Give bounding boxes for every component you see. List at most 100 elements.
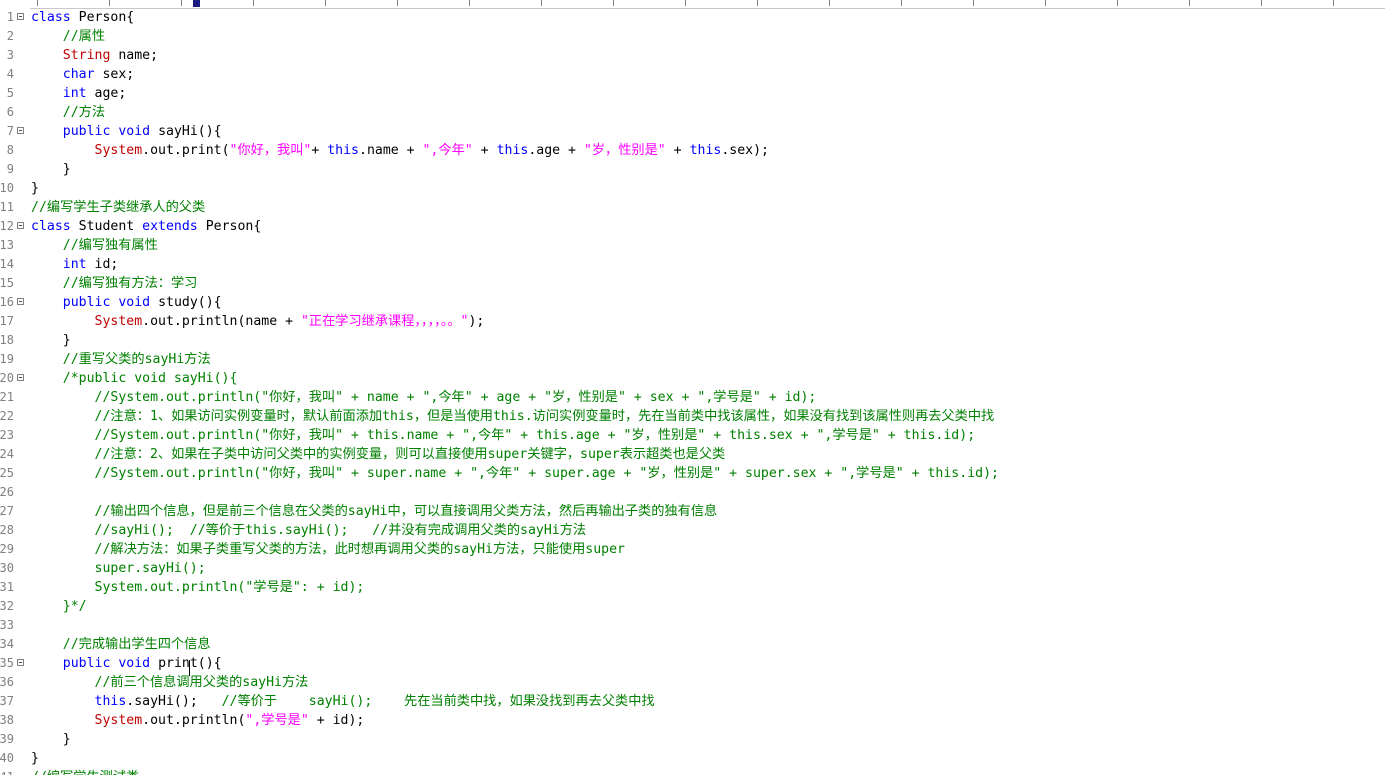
code-token: Person{ (70, 10, 135, 25)
code-line[interactable]: 11 //编写学生子类继承人的父类 (0, 198, 1385, 217)
code-line[interactable]: 12 class Student extends Person{ (0, 217, 1385, 236)
code-line[interactable]: 18 } (0, 331, 1385, 350)
code-line[interactable]: 14 int id; (0, 255, 1385, 274)
code-line[interactable]: 22 //注意：1、如果访问实例变量时，默认前面添加this，但是当使用this… (0, 407, 1385, 426)
fold-toggle-icon[interactable] (17, 13, 24, 20)
ruler-tick (685, 0, 686, 6)
code-text: System.out.println("学号是": + id); (31, 578, 365, 597)
code-line[interactable]: 17 System.out.println(name + "正在学习继承课程，，… (0, 312, 1385, 331)
code-line[interactable]: 32 }*/ (0, 597, 1385, 616)
code-line[interactable]: 39 } (0, 730, 1385, 749)
code-line[interactable]: 36 //前三个信息调用父类的sayHi方法 (0, 673, 1385, 692)
code-line[interactable]: 33 (0, 616, 1385, 635)
code-line[interactable]: 26 (0, 483, 1385, 502)
code-line[interactable]: 20 /*public void sayHi(){ (0, 369, 1385, 388)
code-line[interactable]: 1 class Person{ (0, 8, 1385, 27)
code-line[interactable]: 35 public void print(){ (0, 654, 1385, 673)
code-line[interactable]: 6 //方法 (0, 103, 1385, 122)
code-token: //System.out.println("你好，我叫" + name + ",… (31, 390, 817, 405)
code-line[interactable]: 9 } (0, 160, 1385, 179)
line-number: 19 (0, 352, 14, 366)
code-line[interactable]: 3 String name; (0, 46, 1385, 65)
code-line[interactable]: 5 int age; (0, 84, 1385, 103)
code-text: class Person{ (31, 8, 134, 27)
ruler-tick (1333, 0, 1334, 6)
code-line[interactable]: 25 //System.out.println("你好，我叫" + super.… (0, 464, 1385, 483)
code-line[interactable]: 8 System.out.print("你好，我叫"+ this.name + … (0, 141, 1385, 160)
code-text: /*public void sayHi(){ (31, 369, 238, 388)
fold-toggle-icon[interactable] (17, 659, 24, 666)
code-line[interactable]: 31 System.out.println("学号是": + id); (0, 578, 1385, 597)
line-number: 31 (0, 580, 14, 594)
line-number: 28 (0, 523, 14, 537)
ruler-tick (109, 0, 110, 6)
code-line[interactable]: 10} (0, 179, 1385, 198)
code-editor[interactable]: 1 class Person{2 //属性 3 String name; 4 char… (0, 0, 1385, 775)
code-token: //前三个信息调用父类的sayHi方法 (94, 675, 309, 690)
fold-toggle-icon[interactable] (17, 127, 24, 134)
code-line[interactable]: 30 super.sayHi(); (0, 559, 1385, 578)
code-token: name; (110, 48, 159, 63)
code-line[interactable]: 27 //输出四个信息，但是前三个信息在父类的sayHi中，可以直接调用父类方法… (0, 502, 1385, 521)
code-token: extends (142, 219, 198, 234)
code-line[interactable]: 2 //属性 (0, 27, 1385, 46)
line-number: 23 (0, 428, 14, 442)
code-line[interactable]: 29 //解决方法：如果子类重写父类的方法，此时想再调用父类的sayHi方法，只… (0, 540, 1385, 559)
code-text: }*/ (31, 597, 87, 616)
code-text: //完成输出学生四个信息 (31, 635, 211, 654)
code-token: + (311, 143, 328, 158)
code-line[interactable]: 7 public void sayHi(){ (0, 122, 1385, 141)
code-line[interactable]: 24 //注意：2、如果在子类中访问父类中的实例变量，则可以直接使用super关… (0, 445, 1385, 464)
code-area[interactable]: 1 class Person{2 //属性 3 String name; 4 char… (0, 8, 1385, 775)
code-token: } (31, 162, 71, 177)
code-token: ",今年" (422, 143, 473, 158)
code-line[interactable]: 23 //System.out.println("你好，我叫" + this.n… (0, 426, 1385, 445)
code-line[interactable]: 37 this.sayHi(); //等价于 sayHi(); 先在当前类中找，… (0, 692, 1385, 711)
code-token: .sex); (721, 143, 769, 158)
code-line[interactable]: 34 //完成输出学生四个信息 (0, 635, 1385, 654)
line-number: 25 (0, 466, 14, 480)
code-line[interactable]: 41 //编写学生测试类 (0, 768, 1385, 775)
code-token: /*public void sayHi(){ (62, 371, 238, 386)
code-line[interactable]: 13 //编写独有属性 (0, 236, 1385, 255)
code-line[interactable]: 38 System.out.println(",学号是" + id); (0, 711, 1385, 730)
code-text: //编写独有属性 (31, 236, 158, 255)
line-number: 32 (0, 599, 14, 613)
code-line[interactable]: 15 //编写独有方法：学习 (0, 274, 1385, 293)
code-text: System.out.println(name + "正在学习继承课程，，，，。… (31, 312, 485, 331)
code-text: //解决方法：如果子类重写父类的方法，此时想再调用父类的sayHi方法，只能使用… (31, 540, 625, 559)
line-number: 40 (0, 751, 14, 765)
ruler-tick (253, 0, 254, 6)
line-number: 18 (0, 333, 14, 347)
line-number: 10 (0, 181, 14, 195)
code-line[interactable]: 19 //重写父类的sayHi方法 (0, 350, 1385, 369)
code-token: Student (70, 219, 143, 234)
code-text: //方法 (31, 103, 105, 122)
code-token: void (118, 124, 151, 139)
code-line[interactable]: 40} (0, 749, 1385, 768)
code-token: //等价于 sayHi(); 先在当前类中找，如果没找到再去父类中找 (221, 694, 655, 709)
code-text: super.sayHi(); (31, 559, 206, 578)
fold-toggle-icon[interactable] (17, 374, 24, 381)
code-token: void (118, 295, 151, 310)
code-line[interactable]: 16 public void study(){ (0, 293, 1385, 312)
code-token: print(){ (150, 656, 222, 671)
code-token: age; (86, 86, 127, 101)
code-line[interactable]: 4 char sex; (0, 65, 1385, 84)
ruler-tick (1117, 0, 1118, 6)
line-number: 26 (0, 485, 14, 499)
fold-toggle-icon[interactable] (17, 222, 24, 229)
fold-toggle-icon[interactable] (17, 298, 24, 305)
code-token: this (94, 694, 127, 709)
ruler-column-marker (193, 0, 200, 7)
line-number: 22 (0, 409, 14, 423)
code-token: //注意：2、如果在子类中访问父类中的实例变量，则可以直接使用super关键字，… (31, 447, 726, 462)
code-line[interactable]: 21 //System.out.println("你好，我叫" + name +… (0, 388, 1385, 407)
code-token: id; (86, 257, 119, 272)
line-number: 30 (0, 561, 14, 575)
code-line[interactable]: 28 //sayHi(); //等价于this.sayHi(); //并没有完成… (0, 521, 1385, 540)
